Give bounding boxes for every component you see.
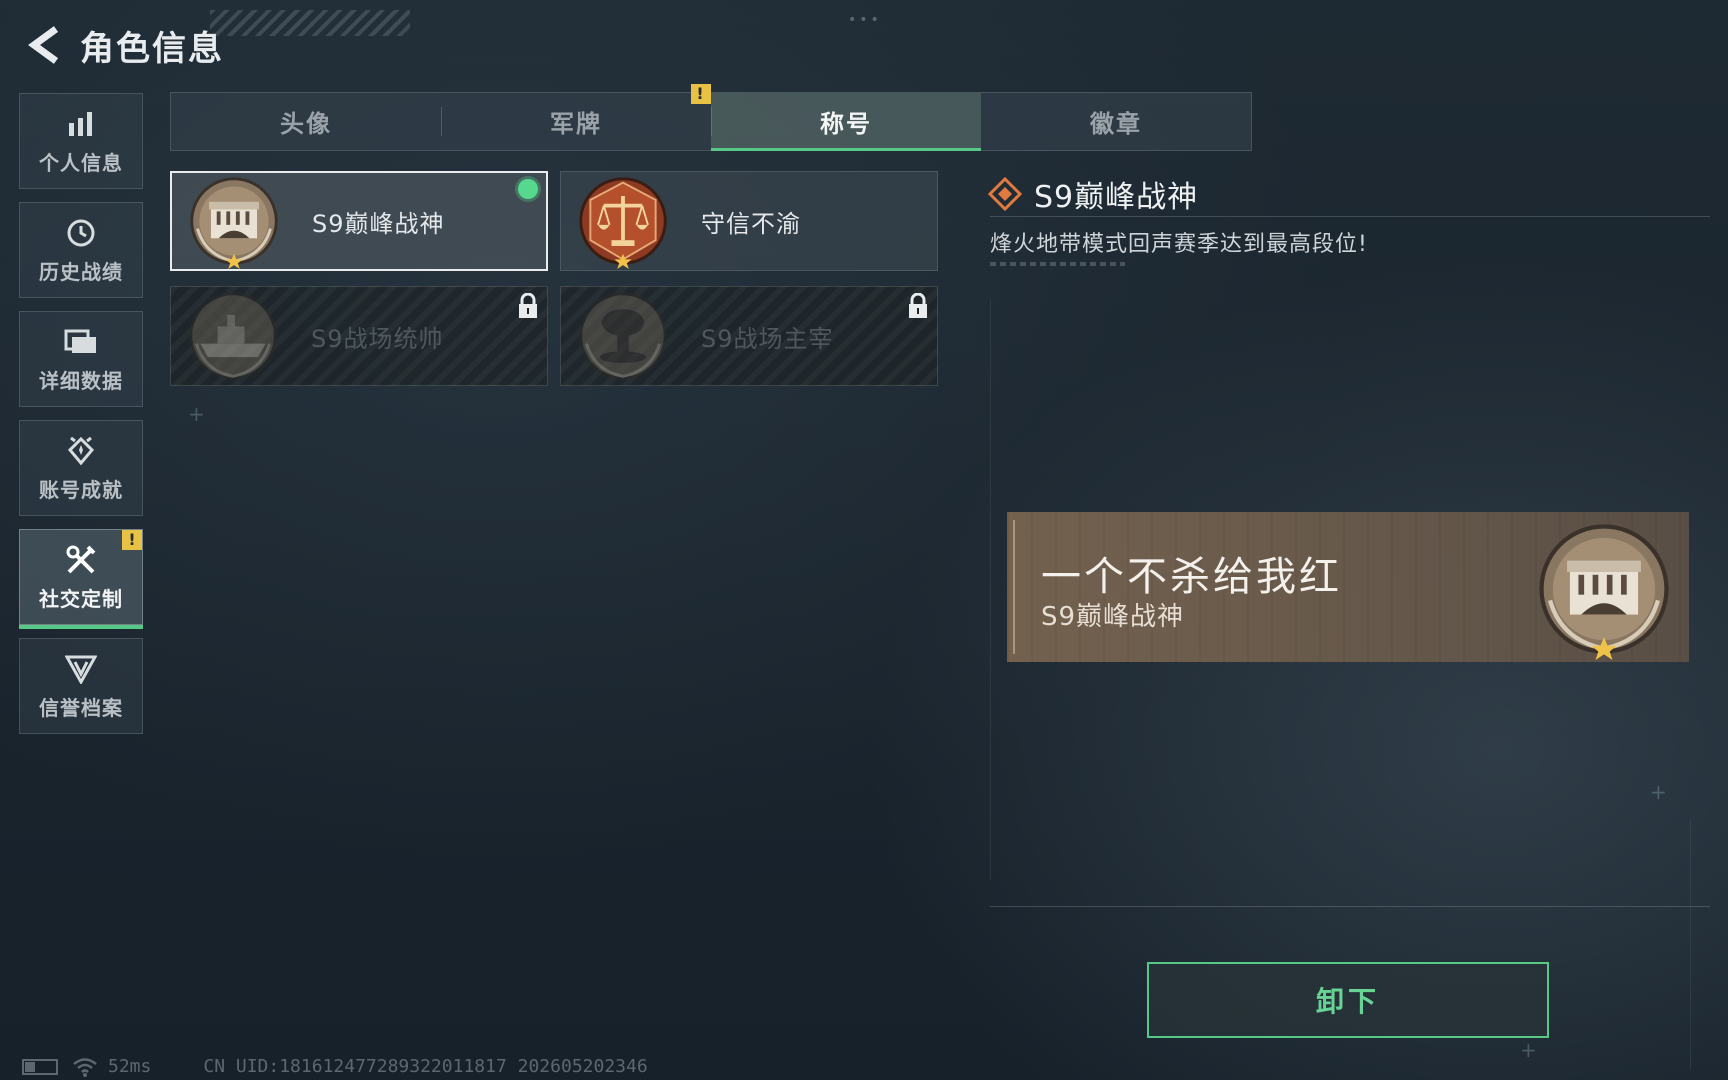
sidebar-item-social-custom[interactable]: ! 社交定制 xyxy=(19,529,143,629)
title-card-label: 守信不渝 xyxy=(701,209,801,238)
diamond-rank-icon xyxy=(988,177,1022,211)
sidebar-item-label: 历史战绩 xyxy=(39,259,123,284)
divider xyxy=(990,216,1710,217)
title-card-label: S9巅峰战神 xyxy=(312,209,445,238)
banner-corner-decoration xyxy=(1013,520,1023,654)
sidebar-item-label: 社交定制 xyxy=(39,586,123,611)
status-bar: 52ms CN UID:18161247728932201​1817 20260… xyxy=(22,1056,648,1077)
dashed-decoration xyxy=(990,262,1125,266)
category-tabs: 头像 军牌 ! 称号 徽章 xyxy=(170,84,1252,151)
title-card[interactable]: 守信不渝 xyxy=(560,171,938,271)
sidebar-item-personal-info[interactable]: 个人信息 xyxy=(19,93,143,189)
crosshair-mark: + xyxy=(1520,1038,1537,1062)
equipped-indicator xyxy=(518,179,538,199)
detail-title: S9巅峰战神 xyxy=(1034,180,1199,215)
warship-emblem-icon xyxy=(189,292,277,380)
fortress-emblem-icon xyxy=(190,177,278,269)
divider xyxy=(990,906,1710,907)
tab-avatar[interactable]: 头像 xyxy=(171,93,441,150)
tab-dog-tag[interactable]: 军牌 ! xyxy=(441,84,711,150)
title-card[interactable]: S9战场统帅 xyxy=(170,286,548,386)
tab-title[interactable]: 称号 xyxy=(711,93,981,151)
sidebar: 个人信息 历史战绩 详细数据 账号成就 ! 社交定制 信誉档案 xyxy=(19,93,143,747)
scales-emblem-icon xyxy=(579,177,667,269)
fortress-emblem-icon xyxy=(1539,524,1669,660)
sidebar-item-label: 信誉档案 xyxy=(39,695,123,720)
back-button[interactable] xyxy=(22,23,66,67)
unequip-button[interactable]: 卸下 xyxy=(1147,962,1549,1038)
mushroom-cloud-emblem-icon xyxy=(579,292,667,380)
tools-icon xyxy=(64,543,98,577)
sidebar-item-label: 详细数据 xyxy=(39,368,123,393)
lock-icon xyxy=(909,293,927,318)
grid-line xyxy=(1690,820,1691,1070)
sidebar-item-detailed-data[interactable]: 详细数据 xyxy=(19,311,143,407)
grid-line xyxy=(990,300,991,880)
top-dots-decoration: ••• xyxy=(848,12,882,28)
title-preview-banner: 一个不杀给我红 S9巅峰战神 xyxy=(1007,512,1689,662)
shield-wing-icon xyxy=(64,652,98,686)
player-name: 一个不杀给我红 xyxy=(1041,554,1342,600)
wifi-icon xyxy=(73,1057,97,1077)
title-card-label: S9战场统帅 xyxy=(311,324,444,353)
achievement-icon xyxy=(64,434,98,468)
title-card[interactable]: S9巅峰战神 xyxy=(170,171,548,271)
header-hatch-decoration xyxy=(210,10,410,36)
page-title: 角色信息 xyxy=(80,28,224,69)
title-card-label: S9战场主宰 xyxy=(701,324,834,353)
sidebar-item-achievements[interactable]: 账号成就 xyxy=(19,420,143,516)
preview-title: S9巅峰战神 xyxy=(1041,602,1185,632)
user-uid: CN UID:18161247728932201​1817 2026052023… xyxy=(203,1056,648,1077)
title-card[interactable]: S9战场主宰 xyxy=(560,286,938,386)
clock-history-icon xyxy=(64,216,98,250)
alert-badge: ! xyxy=(122,530,142,550)
alert-badge: ! xyxy=(691,84,711,104)
crosshair-mark: + xyxy=(1650,780,1667,804)
chevron-left-icon xyxy=(28,26,59,64)
tab-label: 军牌 xyxy=(550,110,602,138)
detail-header: S9巅峰战神 xyxy=(988,172,1198,216)
page-header: 角色信息 xyxy=(22,20,224,70)
sidebar-item-label: 账号成就 xyxy=(39,477,123,502)
battery-icon xyxy=(22,1058,58,1075)
lock-icon xyxy=(519,293,537,318)
sidebar-item-label: 个人信息 xyxy=(39,150,123,175)
crosshair-mark: + xyxy=(188,402,205,426)
bar-chart-icon xyxy=(64,107,98,141)
sidebar-item-history[interactable]: 历史战绩 xyxy=(19,202,143,298)
tab-badge[interactable]: 徽章 xyxy=(981,93,1251,150)
detail-description: 烽火地带模式回声赛季达到最高段位! xyxy=(990,232,1368,257)
folder-icon xyxy=(64,325,98,359)
ping-value: 52ms xyxy=(108,1056,152,1077)
sidebar-item-credit-record[interactable]: 信誉档案 xyxy=(19,638,143,734)
